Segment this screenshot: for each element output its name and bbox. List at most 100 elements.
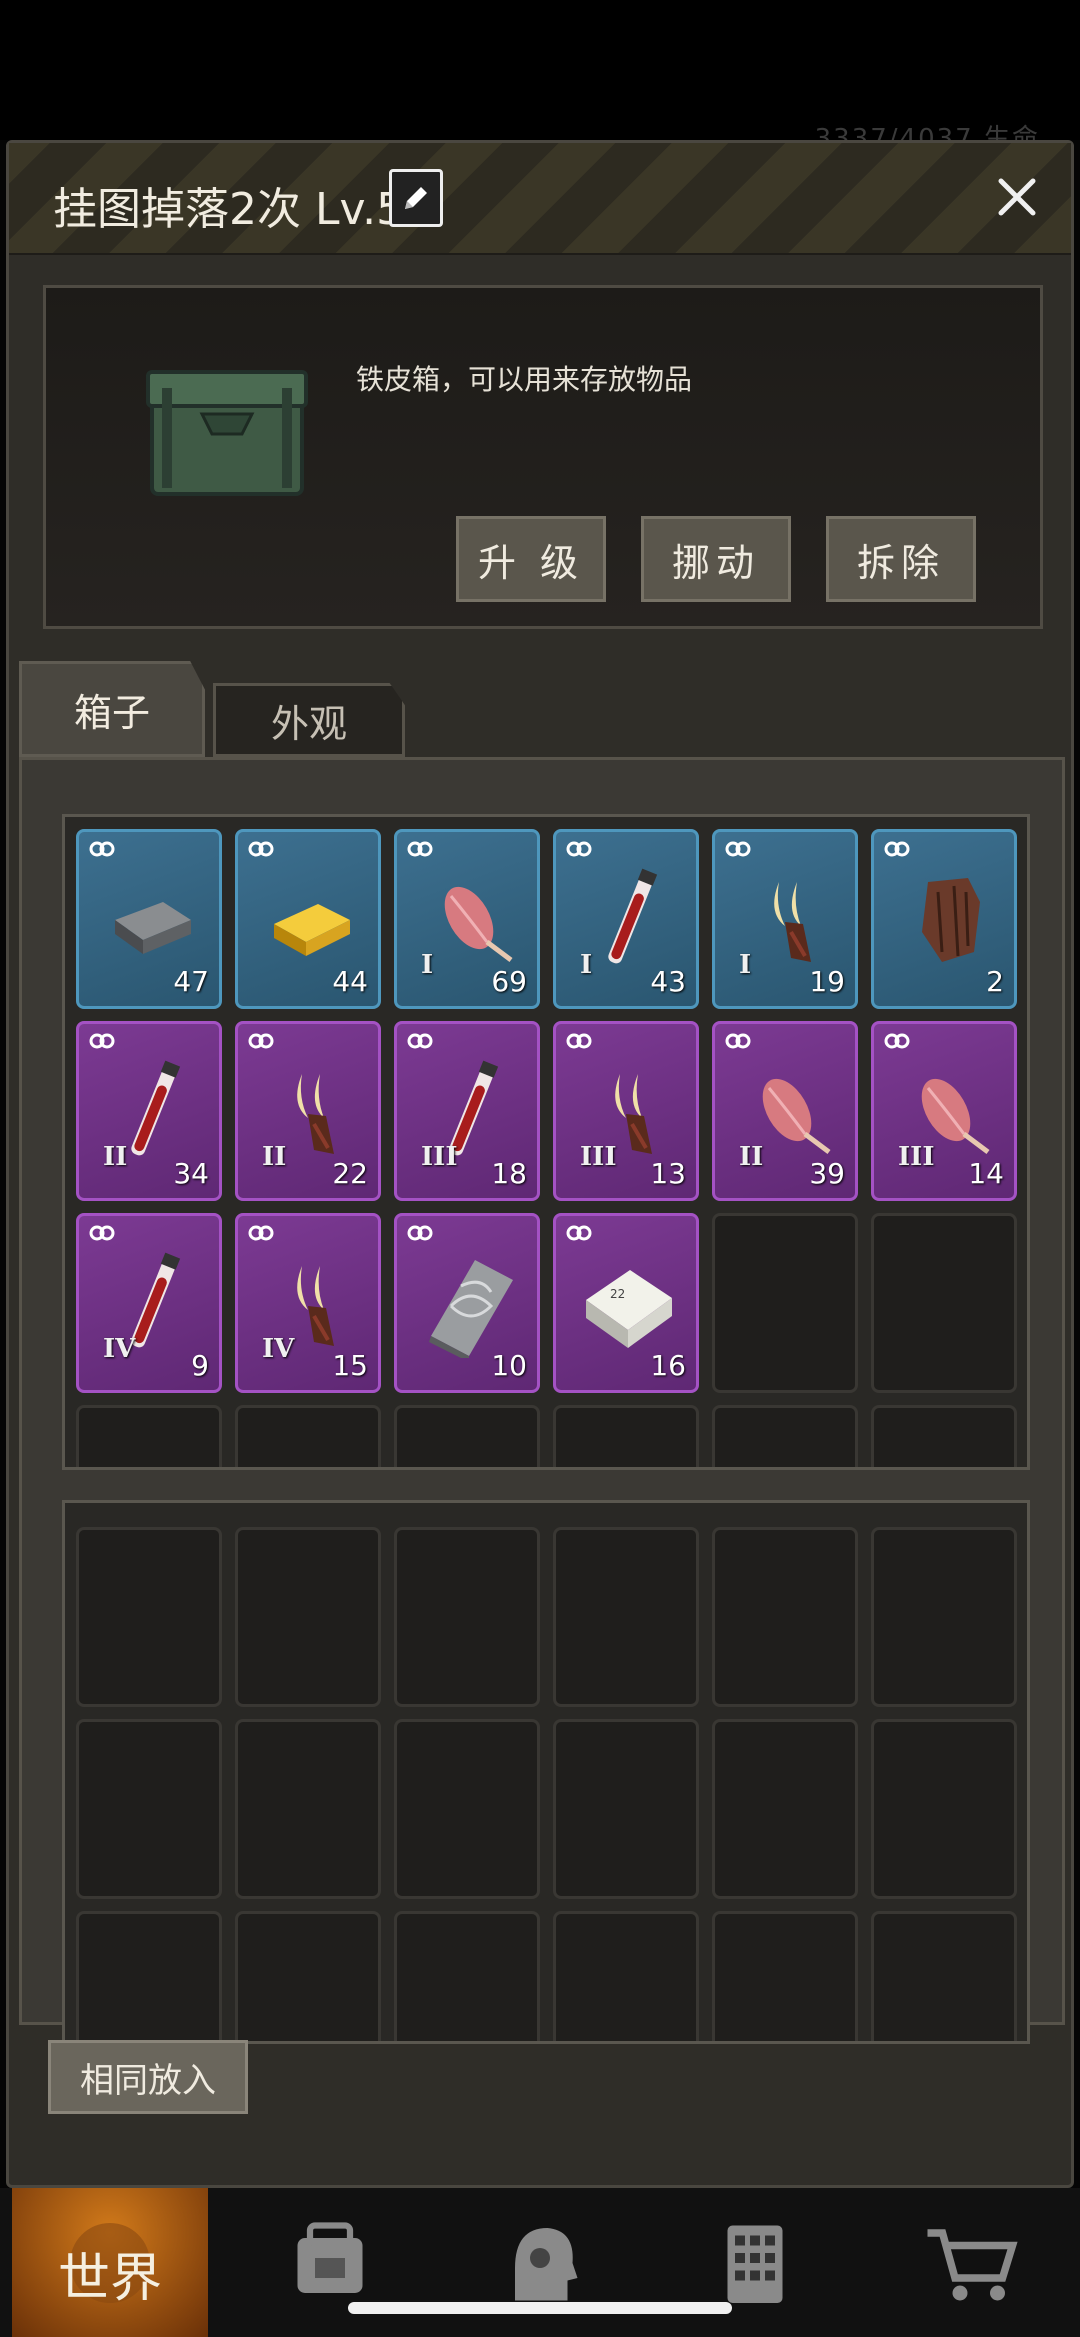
inventory-slot[interactable]: [76, 1527, 222, 1707]
item-slot[interactable]: III 18: [394, 1021, 540, 1201]
item-slot[interactable]: 47: [76, 829, 222, 1009]
upgrade-button[interactable]: 升 级: [456, 516, 606, 602]
item-slot[interactable]: III 14: [871, 1021, 1017, 1201]
empty-slot[interactable]: [394, 1405, 540, 1467]
item-slot[interactable]: 10: [394, 1213, 540, 1393]
empty-slot[interactable]: [871, 1405, 1017, 1467]
item-quantity: 47: [173, 965, 209, 998]
tab-appearance[interactable]: 外观: [213, 683, 405, 757]
bound-link-icon: [248, 1033, 274, 1049]
nav-item-head-profile[interactable]: [440, 2188, 640, 2337]
gold-ingot-icon: [274, 904, 350, 956]
item-slot[interactable]: III 13: [553, 1021, 699, 1201]
inventory-slot[interactable]: [712, 1911, 858, 2041]
item-quantity: 9: [191, 1349, 209, 1382]
inventory-slot[interactable]: [394, 1527, 540, 1707]
inventory-slot[interactable]: [235, 1719, 381, 1899]
inventory-slot[interactable]: [394, 1719, 540, 1899]
inventory-slot[interactable]: [871, 1911, 1017, 2041]
nav-item-backpack[interactable]: [230, 2188, 430, 2337]
move-button[interactable]: 挪动: [641, 516, 791, 602]
close-button[interactable]: [985, 165, 1049, 229]
remove-button[interactable]: 拆除: [826, 516, 976, 602]
nav-label: 世界: [57, 2249, 162, 2309]
same-put-in-button[interactable]: 相同放入: [48, 2040, 248, 2114]
inventory-grid[interactable]: [62, 1500, 1030, 2044]
building-icon: [727, 2225, 783, 2303]
edit-name-button[interactable]: [389, 169, 443, 227]
item-slot[interactable]: I 43: [553, 829, 699, 1009]
item-slot[interactable]: II 22: [235, 1021, 381, 1201]
svg-text:22: 22: [610, 1287, 625, 1301]
tab-box[interactable]: 箱子: [19, 661, 205, 757]
alloy-block-icon: 22: [586, 1270, 672, 1348]
tier-label: I: [739, 950, 752, 980]
inventory-slot[interactable]: [76, 1911, 222, 2041]
item-slot[interactable]: IV 9: [76, 1213, 222, 1393]
item-quantity: 18: [491, 1157, 527, 1190]
blood-vial-icon: [608, 868, 658, 964]
inventory-slot[interactable]: [871, 1527, 1017, 1707]
pencil-icon: [405, 187, 427, 209]
empty-slot[interactable]: [76, 1405, 222, 1467]
item-quantity: 39: [809, 1157, 845, 1190]
tier-label: IV: [103, 1334, 136, 1364]
inventory-slot[interactable]: [712, 1527, 858, 1707]
inventory-slot[interactable]: [394, 1911, 540, 2041]
bound-link-icon: [884, 841, 910, 857]
inventory-slot[interactable]: [553, 1719, 699, 1899]
item-slot[interactable]: IV 15: [235, 1213, 381, 1393]
item-slot[interactable]: I 69: [394, 829, 540, 1009]
claw-icon: [774, 882, 811, 962]
bound-link-icon: [248, 1225, 274, 1241]
bound-link-icon: [248, 841, 274, 857]
cart-icon: [927, 2228, 1018, 2300]
empty-slot[interactable]: [871, 1213, 1017, 1393]
inventory-slot[interactable]: [553, 1527, 699, 1707]
tab-content: 47 44 I 69 I 43 I 19 2 II 34 II 22 III 18 III 13 II 39 III 1…: [19, 757, 1065, 2044]
item-quantity: 14: [968, 1157, 1004, 1190]
bound-link-icon: [407, 1225, 433, 1241]
empty-slot[interactable]: [712, 1213, 858, 1393]
bound-link-icon: [89, 1033, 115, 1049]
inventory-slot[interactable]: [235, 1911, 381, 2041]
item-slot[interactable]: 44: [235, 829, 381, 1009]
dialog-header: 挂图掉落2次 Lv.5: [9, 143, 1071, 255]
inventory-slot[interactable]: [76, 1719, 222, 1899]
tier-label: III: [580, 1142, 617, 1172]
nav-item-cart[interactable]: [870, 2188, 1070, 2337]
item-quantity: 69: [491, 965, 527, 998]
inventory-slot[interactable]: [871, 1719, 1017, 1899]
tier-label: I: [421, 950, 434, 980]
nav-item-building[interactable]: [655, 2188, 855, 2337]
inventory-slot[interactable]: [553, 1911, 699, 2041]
empty-slot[interactable]: [553, 1405, 699, 1467]
empty-slot[interactable]: [712, 1405, 858, 1467]
head-profile-icon: [515, 2227, 578, 2300]
box-storage-grid[interactable]: 47 44 I 69 I 43 I 19 2 II 34 II 22 III 18 III 13 II 39 III 1…: [62, 814, 1030, 1470]
item-slot[interactable]: I 19: [712, 829, 858, 1009]
bound-link-icon: [566, 1033, 592, 1049]
dialog-title: 挂图掉落2次 Lv.5: [53, 184, 405, 235]
inventory-slot[interactable]: [235, 1527, 381, 1707]
home-indicator: [348, 2302, 732, 2314]
empty-slot[interactable]: [235, 1405, 381, 1467]
item-slot[interactable]: II 34: [76, 1021, 222, 1201]
item-slot[interactable]: 22 16: [553, 1213, 699, 1393]
item-slot[interactable]: 2: [871, 829, 1017, 1009]
tier-label: II: [739, 1142, 764, 1172]
item-quantity: 19: [809, 965, 845, 998]
bound-link-icon: [725, 841, 751, 857]
nav-item-globe[interactable]: 世界: [12, 2188, 208, 2337]
item-quantity: 15: [332, 1349, 368, 1382]
box-info-panel: 铁皮箱，可以用来存放物品 升 级 挪动 拆除: [43, 285, 1043, 629]
status-bar: 3337/4037 生命: [0, 0, 1080, 154]
tier-label: II: [262, 1142, 287, 1172]
bound-link-icon: [407, 841, 433, 857]
iron-ingot-icon: [115, 902, 191, 954]
storage-box-dialog: 挂图掉落2次 Lv.5 铁皮箱，可以用来存放物品 升 级 挪动 拆除 箱子 外观: [6, 140, 1074, 2188]
backpack-icon: [297, 2221, 363, 2293]
inventory-slot[interactable]: [712, 1719, 858, 1899]
item-quantity: 13: [650, 1157, 686, 1190]
item-slot[interactable]: II 39: [712, 1021, 858, 1201]
